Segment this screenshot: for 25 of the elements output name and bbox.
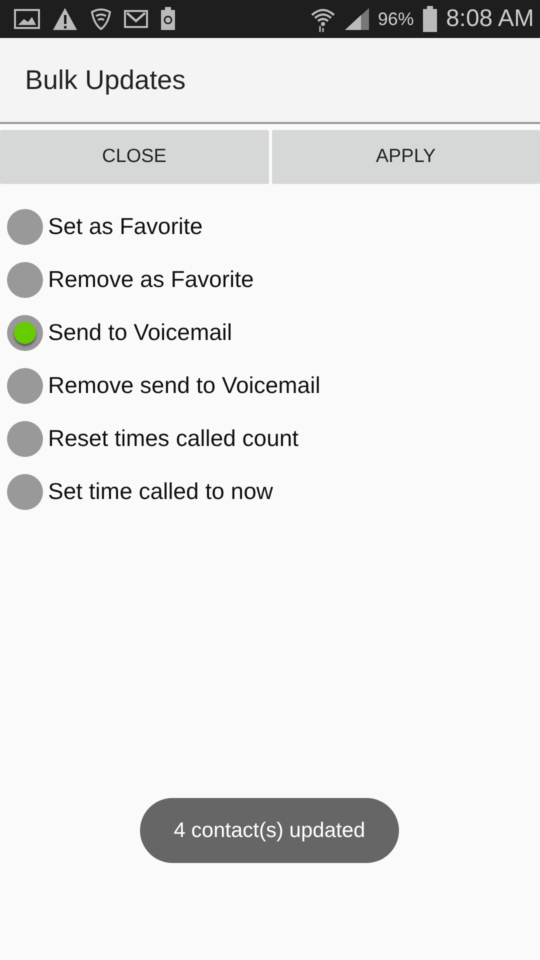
- option-label[interactable]: Set as Favorite: [48, 213, 203, 240]
- radio-button[interactable]: [7, 262, 43, 298]
- option-label[interactable]: Remove as Favorite: [48, 266, 254, 293]
- toast-message: 4 contact(s) updated: [140, 798, 399, 863]
- close-button[interactable]: CLOSE: [0, 130, 268, 184]
- clock: 8:08 AM: [446, 5, 534, 33]
- radio-button[interactable]: [7, 314, 43, 350]
- battery-icon: [422, 6, 438, 32]
- apply-button[interactable]: APPLY: [272, 130, 540, 184]
- window-title: Bulk Updates: [25, 64, 186, 96]
- radio-button[interactable]: [7, 474, 43, 510]
- option-label[interactable]: Set time called to now: [48, 478, 274, 505]
- warning-icon: [52, 7, 78, 31]
- radio-button[interactable]: [7, 208, 43, 244]
- option-label[interactable]: Reset times called count: [48, 425, 299, 452]
- wifi-icon: [310, 6, 336, 32]
- mail-icon: [124, 9, 148, 29]
- option-label[interactable]: Remove send to Voicemail: [48, 372, 320, 399]
- radio-button[interactable]: [7, 420, 43, 456]
- shield-icon: [90, 8, 112, 30]
- battery-percent: 96%: [378, 8, 414, 30]
- image-icon: [14, 8, 40, 30]
- radio-button[interactable]: [7, 368, 43, 404]
- option-label[interactable]: Send to Voicemail: [48, 319, 232, 346]
- signal-icon: [344, 7, 370, 31]
